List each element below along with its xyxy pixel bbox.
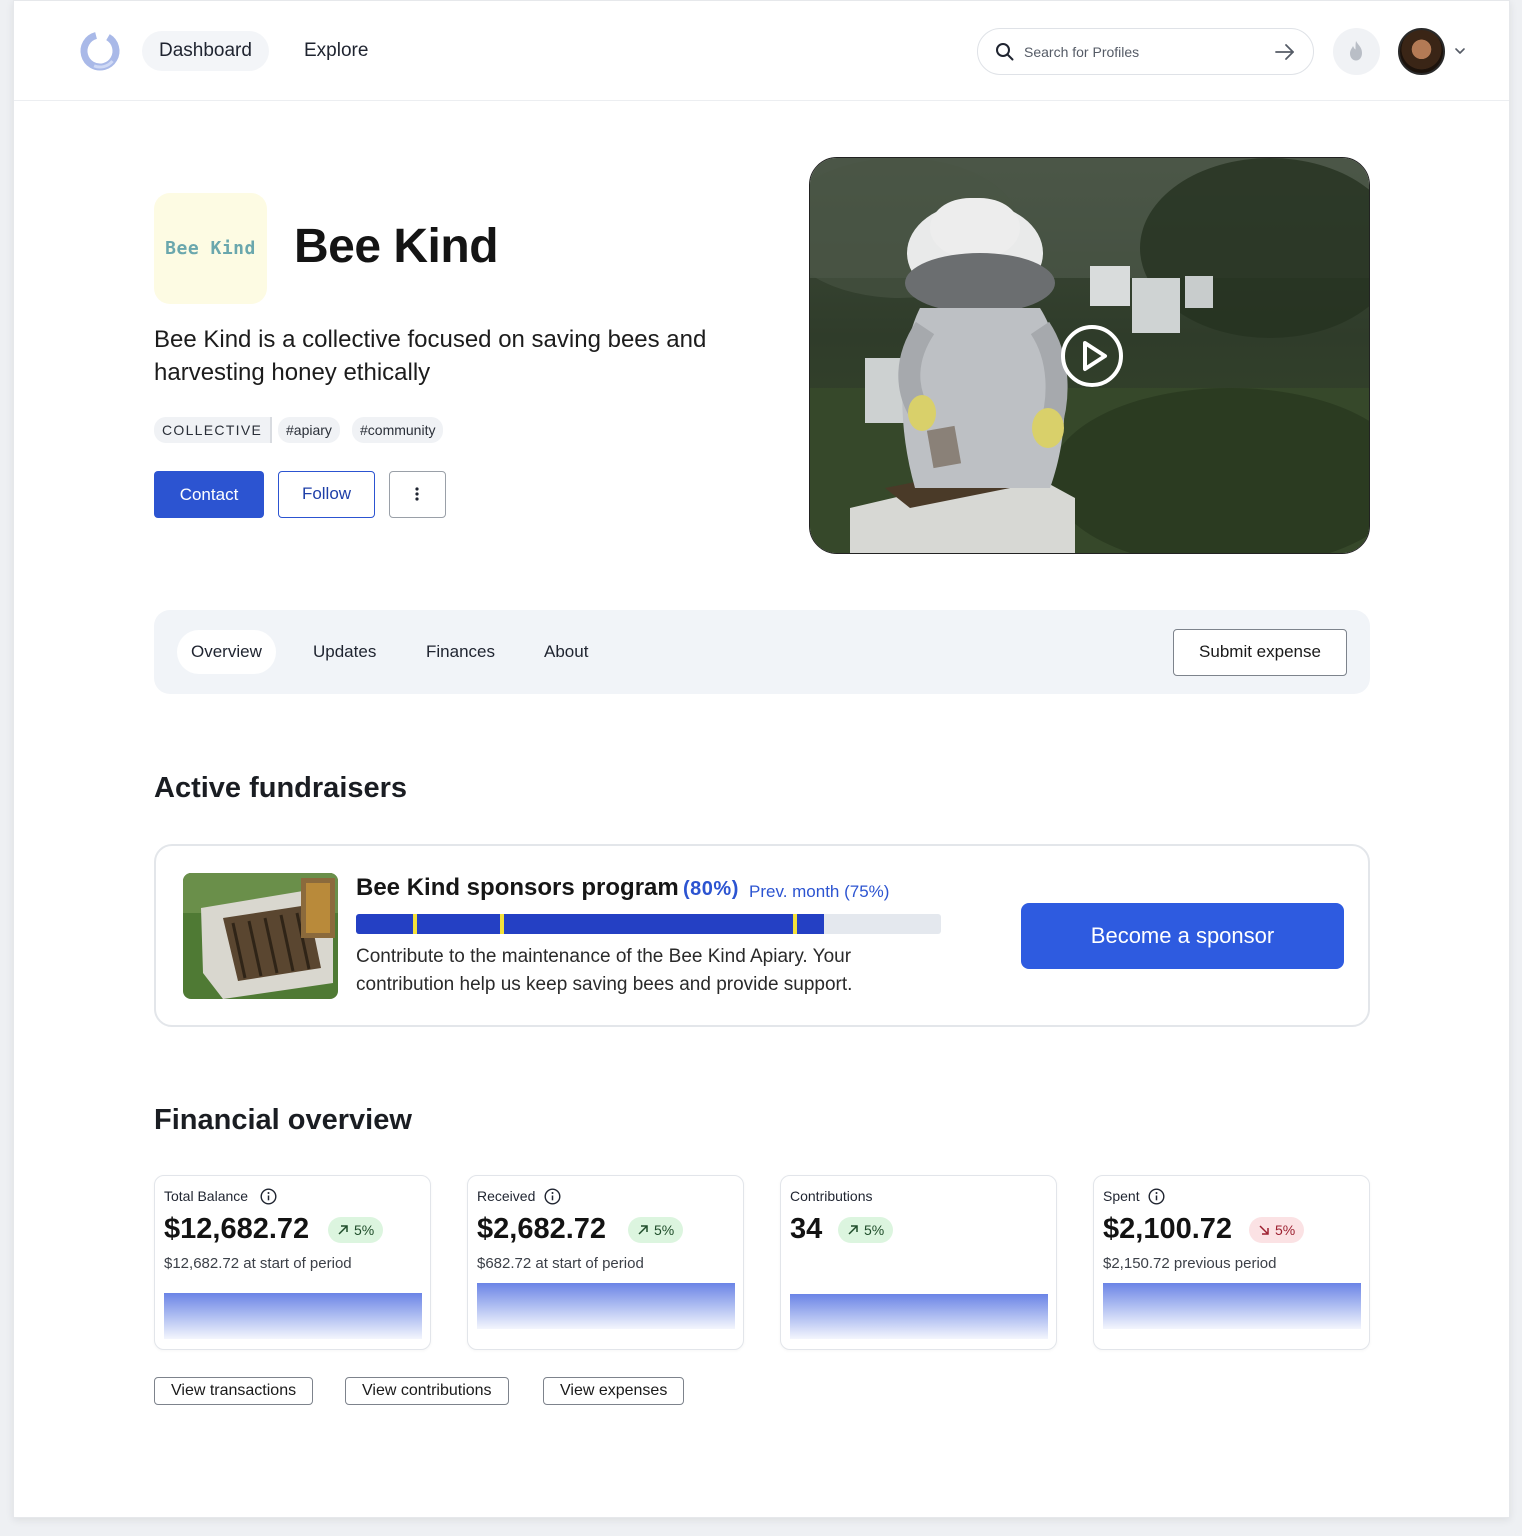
arrow-up-right-icon: [338, 1225, 348, 1235]
submit-expense-button[interactable]: Submit expense: [1173, 629, 1347, 676]
trend-value: 5%: [354, 1222, 375, 1238]
stat-value: $12,682.72: [164, 1213, 310, 1245]
stat-value: $2,682.72: [477, 1213, 607, 1245]
tag-community[interactable]: #community: [352, 417, 444, 443]
progress-fill: [356, 914, 824, 934]
fundraisers-title: Active fundraisers: [154, 772, 408, 804]
info-icon[interactable]: [1148, 1188, 1165, 1205]
stat-card-contributions[interactable]: Contributions 34 5%: [780, 1175, 1057, 1350]
sparkline: [164, 1293, 422, 1339]
more-options-button[interactable]: [389, 471, 446, 518]
flame-icon: [1350, 41, 1362, 61]
trend-value: 5%: [1275, 1222, 1296, 1238]
top-header: Dashboard Explore Search for Profiles: [14, 1, 1509, 101]
sparkline: [790, 1294, 1048, 1339]
nav-explore[interactable]: Explore: [287, 31, 385, 71]
app-window: Dashboard Explore Search for Profiles Be…: [13, 0, 1510, 1518]
fundraiser-card: Bee Kind sponsors program (80%) Prev. mo…: [154, 844, 1370, 1027]
contact-button[interactable]: Contact: [154, 471, 264, 518]
fundraiser-prev-month: Prev. month (75%): [749, 882, 890, 901]
arrow-right-icon[interactable]: [1274, 42, 1296, 62]
stat-value: $2,100.72: [1103, 1213, 1233, 1245]
stat-card-spent[interactable]: Spent $2,100.72 5% $2,150.72 previous pe…: [1093, 1175, 1370, 1350]
view-contributions-button[interactable]: View contributions: [345, 1377, 509, 1405]
fundraiser-title[interactable]: Bee Kind sponsors program: [356, 874, 679, 902]
avatar[interactable]: [1398, 28, 1445, 75]
progress-milestone: [792, 914, 797, 934]
play-icon[interactable]: [1060, 324, 1124, 388]
sparkline: [1103, 1283, 1361, 1329]
fundraiser-description: Contribute to the maintenance of the Bee…: [356, 946, 853, 995]
stat-subtext: $12,682.72 at start of period: [164, 1255, 352, 1272]
trend-value: 5%: [654, 1222, 675, 1238]
trend-badge: 5%: [838, 1217, 894, 1243]
info-icon[interactable]: [260, 1188, 277, 1205]
stat-label: Contributions: [790, 1188, 873, 1204]
tab-updates[interactable]: Updates: [299, 630, 390, 674]
info-icon[interactable]: [544, 1188, 561, 1205]
chevron-down-icon[interactable]: [1453, 44, 1467, 58]
sparkline: [477, 1283, 735, 1329]
arrow-up-right-icon: [638, 1225, 648, 1235]
collective-type-tag: COLLECTIVE: [154, 417, 271, 443]
stat-subtext: $2,150.72 previous period: [1103, 1255, 1277, 1272]
view-expenses-button[interactable]: View expenses: [543, 1377, 685, 1405]
tag-apiary[interactable]: #apiary: [278, 417, 340, 443]
nav-dashboard[interactable]: Dashboard: [142, 31, 269, 71]
tag-divider: [270, 417, 272, 443]
profile-tabs: Overview Updates Finances About Submit e…: [154, 610, 1370, 694]
follow-button[interactable]: Follow: [278, 471, 375, 518]
collective-name: Bee Kind: [294, 220, 499, 273]
tab-finances[interactable]: Finances: [412, 630, 509, 674]
trend-badge: 5%: [628, 1217, 684, 1243]
search-icon: [996, 43, 1014, 61]
fundraiser-progress-bar: [356, 914, 941, 934]
more-vertical-icon: [415, 487, 419, 501]
view-transactions-button[interactable]: View transactions: [154, 1377, 314, 1405]
notifications-button[interactable]: [1333, 28, 1380, 75]
trend-badge: 5%: [1249, 1217, 1305, 1243]
trend-value: 5%: [864, 1222, 885, 1238]
progress-milestone: [500, 914, 505, 934]
stat-subtext: $682.72 at start of period: [477, 1255, 644, 1272]
collective-logo: Bee Kind: [154, 193, 267, 304]
intro-video[interactable]: [809, 157, 1370, 554]
search-input[interactable]: Search for Profiles: [977, 28, 1314, 75]
tab-overview[interactable]: Overview: [177, 630, 276, 674]
stat-label: Spent: [1103, 1188, 1140, 1204]
stat-label: Total Balance: [164, 1188, 249, 1204]
search-placeholder: Search for Profiles: [1024, 44, 1140, 60]
fundraiser-percent: (80%): [683, 878, 739, 900]
collective-description: Bee Kind is a collective focused on savi…: [154, 326, 707, 386]
progress-milestone: [412, 914, 417, 934]
tab-about[interactable]: About: [530, 630, 602, 674]
stat-card-received[interactable]: Received $2,682.72 5% $682.72 at start o…: [467, 1175, 744, 1350]
financial-title: Financial overview: [154, 1104, 412, 1136]
stat-card-total-balance[interactable]: Total Balance $12,682.72 5% $12,682.72 a…: [154, 1175, 431, 1350]
ring-logo-icon[interactable]: [78, 29, 122, 73]
stat-value: 34: [790, 1213, 823, 1245]
collective-logo-text: Bee Kind: [165, 238, 256, 259]
arrow-down-right-icon: [1259, 1225, 1269, 1235]
trend-badge: 5%: [328, 1217, 384, 1243]
stat-label: Received: [477, 1188, 536, 1204]
fundraiser-image: [183, 873, 338, 999]
arrow-up-right-icon: [848, 1225, 858, 1235]
become-sponsor-button[interactable]: Become a sponsor: [1021, 903, 1344, 969]
